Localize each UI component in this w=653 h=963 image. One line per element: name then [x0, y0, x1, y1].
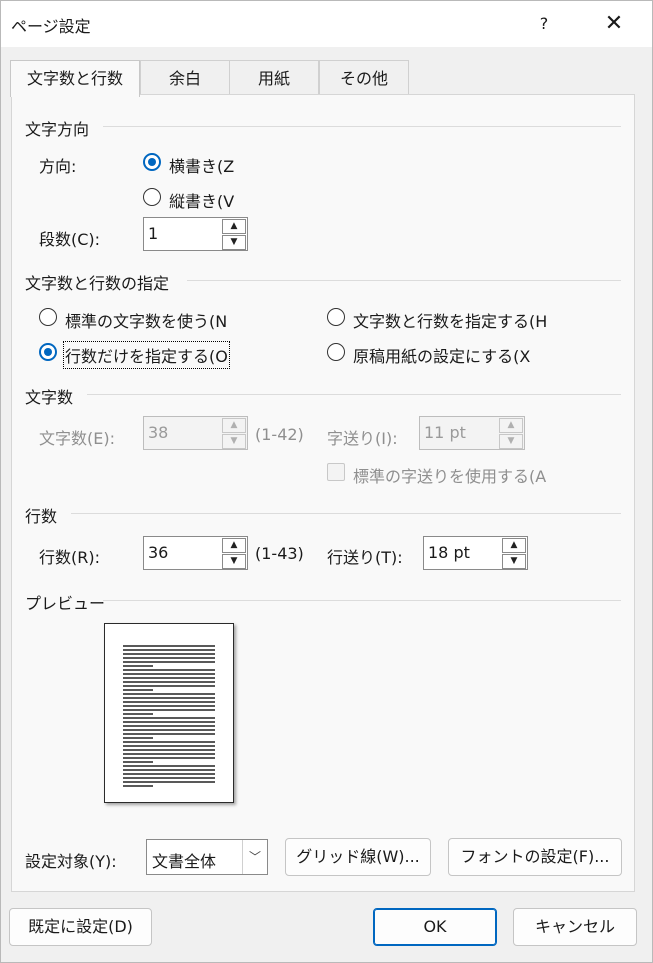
- spin-down-icon[interactable]: ▼: [222, 554, 246, 569]
- lines-range: (1-43): [255, 544, 304, 563]
- vertical-radio-label[interactable]: 縦書き(V: [169, 188, 234, 212]
- standard-chars-label[interactable]: 標準の文字数を使う(N: [65, 308, 227, 332]
- chars-range: (1-42): [255, 425, 304, 444]
- char-pitch-value[interactable]: 11 pt: [424, 423, 466, 442]
- tab-other[interactable]: その他: [319, 60, 409, 96]
- spin-down-icon[interactable]: ▼: [499, 434, 523, 449]
- lines-only-label[interactable]: 行数だけを指定する(O: [63, 341, 230, 369]
- text-direction-group-title: 文字方向: [25, 120, 90, 139]
- separator: [103, 126, 621, 127]
- lines-value[interactable]: 36: [148, 543, 168, 562]
- standard-pitch-checkbox[interactable]: [327, 463, 345, 481]
- line-pitch-spinner[interactable]: 18 pt ▲ ▼: [423, 536, 528, 570]
- dialog-title: ページ設定: [11, 17, 91, 36]
- gridlines-button[interactable]: グリッド線(W)...: [285, 838, 431, 876]
- lines-group-title: 行数: [25, 507, 58, 526]
- direction-label: 方向:: [39, 157, 77, 176]
- horizontal-radio-label[interactable]: 横書き(Z: [169, 153, 234, 177]
- lines-label: 行数(R):: [39, 548, 100, 567]
- spin-up-icon[interactable]: ▲: [502, 538, 526, 553]
- line-pitch-value[interactable]: 18 pt: [428, 543, 470, 562]
- chars-and-lines-radio[interactable]: [327, 308, 345, 326]
- spin-down-icon[interactable]: ▼: [222, 235, 246, 250]
- char-pitch-label: 字送り(I):: [327, 429, 398, 448]
- manuscript-label[interactable]: 原稿用紙の設定にする(X: [353, 343, 530, 367]
- columns-value[interactable]: 1: [148, 224, 158, 243]
- horizontal-radio[interactable]: [143, 153, 161, 171]
- line-pitch-label: 行送り(T):: [327, 548, 403, 567]
- apply-to-label: 設定対象(Y):: [25, 852, 117, 871]
- chars-group-title: 文字数: [25, 388, 74, 407]
- preview-group-title: プレビュー: [25, 594, 106, 613]
- chars-and-lines-label[interactable]: 文字数と行数を指定する(H: [353, 308, 547, 332]
- chars-label: 文字数(E):: [39, 429, 115, 448]
- page-preview: [104, 623, 234, 803]
- spin-up-icon[interactable]: ▲: [222, 418, 246, 433]
- close-icon[interactable]: ✕: [597, 9, 631, 39]
- chevron-down-icon[interactable]: ﹀: [242, 840, 267, 874]
- columns-label: 段数(C):: [39, 230, 101, 249]
- cancel-button[interactable]: キャンセル: [513, 908, 637, 946]
- set-default-button[interactable]: 既定に設定(D): [9, 908, 152, 946]
- spin-down-icon[interactable]: ▼: [502, 554, 526, 569]
- chars-value[interactable]: 38: [148, 423, 168, 442]
- tab-chars-lines[interactable]: 文字数と行数: [10, 60, 140, 97]
- help-icon[interactable]: ?: [529, 9, 559, 39]
- manuscript-radio[interactable]: [327, 343, 345, 361]
- standard-pitch-label[interactable]: 標準の字送りを使用する(A: [353, 463, 546, 487]
- title-bar: ページ設定 ? ✕: [1, 1, 652, 47]
- vertical-radio[interactable]: [143, 188, 161, 206]
- font-settings-button[interactable]: フォントの設定(F)...: [448, 838, 622, 876]
- spin-up-icon[interactable]: ▲: [499, 418, 523, 433]
- spin-down-icon[interactable]: ▼: [222, 434, 246, 449]
- grid-spec-group-title: 文字数と行数の指定: [25, 274, 170, 293]
- lines-only-radio[interactable]: [39, 343, 57, 361]
- lines-spinner[interactable]: 36 ▲ ▼: [143, 536, 248, 570]
- spin-up-icon[interactable]: ▲: [222, 219, 246, 234]
- columns-spinner[interactable]: 1 ▲ ▼: [143, 217, 248, 251]
- apply-to-value[interactable]: 文書全体: [152, 848, 216, 872]
- separator: [87, 394, 621, 395]
- separator: [187, 280, 621, 281]
- tab-margins[interactable]: 余白: [140, 60, 230, 96]
- page-setup-dialog: ページ設定 ? ✕ 文字数と行数 余白 用紙 その他 文字方向 方向: 横書き(…: [0, 0, 653, 963]
- standard-chars-radio[interactable]: [39, 308, 57, 326]
- spin-up-icon[interactable]: ▲: [222, 538, 246, 553]
- tab-paper[interactable]: 用紙: [229, 60, 319, 96]
- preview-lines-graphic: [123, 645, 215, 787]
- separator: [71, 513, 621, 514]
- chars-spinner[interactable]: 38 ▲ ▼: [143, 416, 248, 450]
- separator: [103, 600, 621, 601]
- char-pitch-spinner[interactable]: 11 pt ▲ ▼: [419, 416, 525, 450]
- ok-button[interactable]: OK: [373, 908, 497, 946]
- apply-to-select[interactable]: 文書全体 ﹀: [146, 839, 268, 875]
